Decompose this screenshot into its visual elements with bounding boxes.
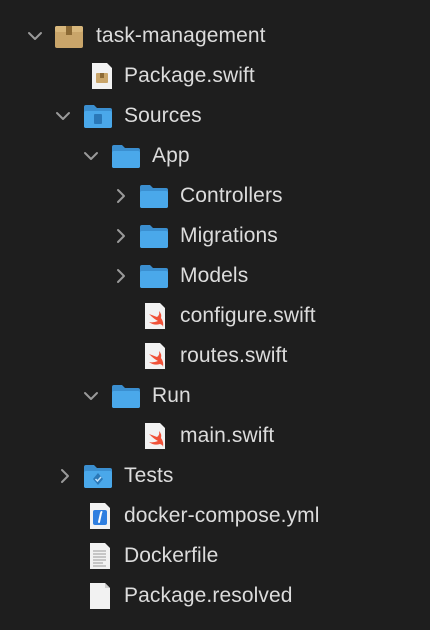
tree-item-label: Tests bbox=[124, 464, 174, 487]
folder-icon bbox=[140, 265, 168, 288]
tree-row-migrations[interactable]: Migrations bbox=[0, 216, 430, 256]
tree-row-package-swift[interactable]: Package.swift bbox=[0, 56, 430, 96]
tree-row-run[interactable]: Run bbox=[0, 376, 430, 416]
chevron-right-icon[interactable] bbox=[113, 188, 129, 204]
tree-item-label: Models bbox=[180, 264, 249, 287]
folder-icon bbox=[140, 185, 168, 208]
folder-icon bbox=[112, 145, 140, 168]
tree-row-dockerfile[interactable]: Dockerfile bbox=[0, 536, 430, 576]
tree-row-sources[interactable]: Sources bbox=[0, 96, 430, 136]
tree-row-docker-compose[interactable]: docker-compose.yml bbox=[0, 496, 430, 536]
tree-row-package-resolved[interactable]: Package.resolved bbox=[0, 576, 430, 616]
tree-row-models[interactable]: Models bbox=[0, 256, 430, 296]
project-navigator: task-management Package.swift Sources Ap… bbox=[0, 0, 430, 630]
chevron-down-icon[interactable] bbox=[83, 388, 99, 404]
tree-item-label: Package.resolved bbox=[124, 584, 293, 607]
tree-row-controllers[interactable]: Controllers bbox=[0, 176, 430, 216]
sources-folder-icon bbox=[84, 105, 112, 128]
swift-file-icon bbox=[145, 303, 165, 329]
tree-item-label: docker-compose.yml bbox=[124, 504, 320, 527]
tree-row-tests[interactable]: Tests bbox=[0, 456, 430, 496]
chevron-right-icon[interactable] bbox=[57, 468, 73, 484]
chevron-right-icon[interactable] bbox=[113, 268, 129, 284]
tree-item-label: Controllers bbox=[180, 184, 283, 207]
tree-row-app[interactable]: App bbox=[0, 136, 430, 176]
chevron-down-icon[interactable] bbox=[83, 148, 99, 164]
swift-file-icon bbox=[145, 423, 165, 449]
document-icon bbox=[90, 583, 110, 609]
tests-folder-icon bbox=[84, 465, 112, 488]
tree-item-label: Dockerfile bbox=[124, 544, 219, 567]
yml-file-icon bbox=[90, 503, 110, 529]
tree-item-label: Run bbox=[152, 384, 191, 407]
tree-item-label: configure.swift bbox=[180, 304, 316, 327]
tree-item-label: main.swift bbox=[180, 424, 275, 447]
tree-row-configure-swift[interactable]: configure.swift bbox=[0, 296, 430, 336]
tree-item-label: Sources bbox=[124, 104, 202, 127]
folder-icon bbox=[140, 225, 168, 248]
text-file-icon bbox=[90, 543, 110, 569]
tree-item-label: task-management bbox=[96, 24, 266, 47]
tree-item-label: routes.swift bbox=[180, 344, 288, 367]
folder-icon bbox=[112, 385, 140, 408]
chevron-down-icon[interactable] bbox=[55, 108, 71, 124]
package-file-icon bbox=[92, 63, 112, 89]
package-box-icon bbox=[55, 26, 83, 48]
tree-item-label: Package.swift bbox=[124, 64, 255, 87]
chevron-down-icon[interactable] bbox=[27, 28, 43, 44]
tree-item-label: App bbox=[152, 144, 190, 167]
swift-file-icon bbox=[145, 343, 165, 369]
chevron-right-icon[interactable] bbox=[113, 228, 129, 244]
tree-row-main-swift[interactable]: main.swift bbox=[0, 416, 430, 456]
tree-row-task-management[interactable]: task-management bbox=[0, 16, 430, 56]
tree-item-label: Migrations bbox=[180, 224, 278, 247]
tree-row-routes-swift[interactable]: routes.swift bbox=[0, 336, 430, 376]
